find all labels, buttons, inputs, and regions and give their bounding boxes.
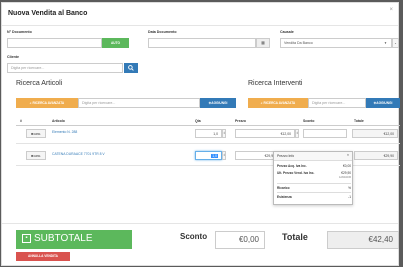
qty-stepper[interactable]: ⇕ (222, 129, 226, 138)
row-total: €12,00 (352, 129, 398, 138)
popover-header: Prezzo Info × (274, 152, 352, 161)
row-article-link[interactable]: Elemento N. 288 (52, 130, 77, 134)
causale-label: Causale (280, 30, 294, 34)
footer-divider (2, 223, 398, 224)
popover-title: Prezzo Info (277, 154, 295, 158)
articles-advanced-search-button[interactable]: ⌕ RICERCA AVANZATA (16, 98, 78, 108)
col-total: Totale (354, 119, 364, 123)
articles-search-input[interactable]: Digita per ricercare... (78, 98, 200, 108)
row-cancel-button[interactable]: ✖canc. (26, 151, 46, 160)
causale-value: Vendita Da Banco (284, 41, 313, 45)
calendar-icon[interactable]: ▦ (256, 38, 270, 48)
interventions-advanced-search-button[interactable]: ⌕ RICERCA AVANZATA (248, 98, 308, 108)
doc-number-input[interactable] (7, 38, 102, 48)
table-header-line (16, 125, 400, 126)
total-value: €42,40 (327, 231, 399, 249)
client-search-button[interactable] (124, 63, 138, 73)
close-icon[interactable]: × (347, 153, 349, 157)
popover-row: Esistenza -1 (277, 195, 351, 199)
causale-select[interactable]: Vendita Da Banco ▼ (280, 38, 392, 48)
row-discount-input[interactable] (303, 129, 347, 138)
discount-label: Sconto (180, 232, 208, 241)
qty-stepper[interactable]: ⇕ (222, 151, 226, 160)
sale-modal: Nuova Vendita al Banco × N° Documento AU… (1, 2, 400, 266)
interventions-add-button[interactable]: ✚AGGIUNGI (366, 98, 400, 108)
col-discount: Sconto (303, 119, 315, 123)
row-total: €29,90 (354, 151, 398, 160)
articles-title: Ricerca Articoli (16, 80, 63, 87)
chevron-down-icon: ▼ (384, 41, 387, 45)
row-qty-selected-text: 1,0 (211, 154, 218, 158)
interventions-search-placeholder: Digita per ricercare... (312, 101, 346, 105)
subtotal-button[interactable]: ▪ SUBTOTALE (16, 230, 132, 249)
price-stepper[interactable]: ⇕ (295, 129, 299, 138)
save-icon: ▪ (22, 233, 31, 243)
popover-divider (277, 183, 351, 184)
row-qty-input[interactable]: 1,0 (195, 151, 222, 160)
interventions-search-input[interactable]: Digita per ricercare... (308, 98, 366, 108)
discount-input[interactable]: €0,00 (215, 231, 265, 249)
row-separator (16, 143, 400, 144)
interventions-title: Ricerca Interventi (248, 80, 303, 87)
client-search-input[interactable]: Digita per ricercare... (7, 63, 123, 73)
search-icon (128, 65, 134, 71)
doc-date-label: Data Documento (148, 30, 177, 34)
total-label: Totale (282, 232, 308, 242)
interventions-advanced-search-label: RICERCA AVANZATA (263, 101, 296, 105)
col-article: Articolo (52, 119, 65, 123)
client-label: Cliente (7, 55, 19, 59)
row-price-input[interactable]: €12,00 (235, 129, 295, 138)
col-qty: Qta (195, 119, 201, 123)
popover-divider (277, 192, 351, 193)
subtotal-label: SUBTOTALE (34, 233, 93, 244)
articles-add-button[interactable]: ✚AGGIUNGI (200, 98, 236, 108)
row-cancel-button[interactable]: ✖canc. (26, 129, 46, 138)
col-index: # (20, 119, 22, 123)
col-price: Prezzo (235, 119, 246, 123)
row-qty-input[interactable]: 1,0 (195, 129, 222, 138)
popover-row: Ult. Prezzo Vend. Iva Inc. €29,90 (277, 171, 351, 175)
client-placeholder: Digita per ricercare... (11, 66, 45, 70)
popover-row: Prezzo Acq. Iva Inc. €0,00 (277, 164, 351, 168)
doc-date-input[interactable] (148, 38, 256, 48)
close-icon[interactable]: × (389, 7, 393, 13)
header-divider (2, 25, 398, 26)
cancel-sale-button[interactable]: ANNULLA VENDITA (16, 252, 70, 261)
popover-row: Ricarico% (277, 186, 351, 190)
articles-advanced-search-label: RICERCA AVANZATA (32, 101, 65, 105)
articles-search-placeholder: Digita per ricercare... (82, 101, 116, 105)
price-info-popover: Prezzo Info × Prezzo Acq. Iva Inc. €0,00 … (273, 151, 353, 205)
auto-button[interactable]: AUTO (102, 38, 129, 48)
doc-number-label: N° Documento (7, 30, 32, 34)
causale-dropdown-toggle[interactable]: ⌄ (392, 38, 399, 48)
modal-title: Nuova Vendita al Banco (8, 10, 88, 17)
row-article-link[interactable]: CATENA DURAACE 7701 9TR 8 V (52, 152, 105, 156)
